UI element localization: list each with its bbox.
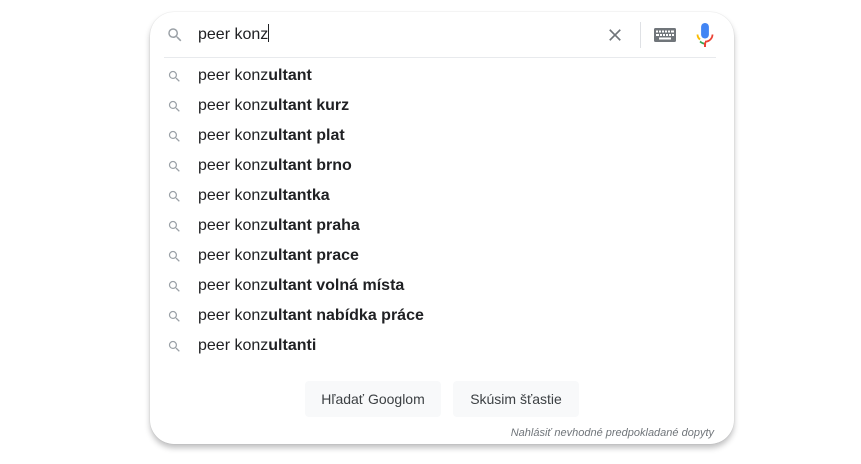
suggestion-text: peer konzultantka bbox=[198, 181, 330, 211]
suggestion-text: peer konzultant volná místa bbox=[198, 271, 404, 301]
suggestion-completion: ultant praha bbox=[268, 217, 360, 234]
suggestion-text: peer konzultanti bbox=[198, 331, 316, 361]
suggestion-completion: ultant kurz bbox=[268, 97, 350, 114]
suggestion-prefix: peer konz bbox=[198, 247, 269, 264]
suggestion-item[interactable]: peer konzultant bbox=[150, 61, 734, 91]
suggestion-completion: ultanti bbox=[268, 337, 317, 354]
search-icon bbox=[168, 310, 180, 322]
suggestion-item[interactable]: peer konzultant kurz bbox=[150, 91, 734, 121]
search-autocomplete-panel: peer konz peer konzultant peer konzultan… bbox=[150, 12, 734, 444]
suggestion-completion: ultant brno bbox=[268, 157, 352, 174]
suggestion-item[interactable]: peer konzultant prace bbox=[150, 241, 734, 271]
search-icon bbox=[168, 100, 180, 112]
suggestion-item[interactable]: peer konzultant plat bbox=[150, 121, 734, 151]
search-icon bbox=[168, 220, 180, 232]
suggestion-text: peer konzultant nabídka práce bbox=[198, 301, 424, 331]
suggestion-completion: ultantka bbox=[268, 187, 330, 204]
toolbar-divider bbox=[640, 22, 641, 48]
suggestion-prefix: peer konz bbox=[198, 337, 269, 354]
search-icon bbox=[168, 160, 180, 172]
report-predictions-link[interactable]: Nahlásiť nevhodné predpokladané dopyty bbox=[511, 427, 714, 439]
search-icon bbox=[168, 190, 180, 202]
suggestion-item[interactable]: peer konzultant praha bbox=[150, 211, 734, 241]
search-icon bbox=[168, 130, 180, 142]
suggestion-item[interactable]: peer konzultant volná místa bbox=[150, 271, 734, 301]
suggestion-prefix: peer konz bbox=[198, 157, 269, 174]
search-input[interactable]: peer konz bbox=[198, 24, 270, 46]
search-icon bbox=[168, 250, 180, 262]
search-query-text: peer konz bbox=[198, 26, 269, 43]
search-icon bbox=[168, 70, 180, 82]
suggestion-item[interactable]: peer konzultantka bbox=[150, 181, 734, 211]
suggestion-text: peer konzultant plat bbox=[198, 121, 345, 151]
suggestion-text: peer konzultant prace bbox=[198, 241, 359, 271]
close-icon[interactable] bbox=[605, 25, 625, 45]
suggestion-completion: ultant nabídka práce bbox=[268, 307, 424, 324]
suggestion-prefix: peer konz bbox=[198, 187, 269, 204]
suggestion-prefix: peer konz bbox=[198, 127, 269, 144]
text-cursor bbox=[268, 24, 270, 42]
keyboard-icon[interactable] bbox=[654, 27, 676, 43]
search-icon bbox=[168, 28, 182, 42]
suggestion-prefix: peer konz bbox=[198, 277, 269, 294]
microphone-icon[interactable] bbox=[695, 23, 715, 47]
suggestion-completion: ultant bbox=[268, 67, 312, 84]
search-bar: peer konz bbox=[150, 12, 734, 58]
google-search-button[interactable]: Hľadať Googlom bbox=[305, 381, 441, 417]
suggestion-item[interactable]: peer konzultant nabídka práce bbox=[150, 301, 734, 331]
suggestion-prefix: peer konz bbox=[198, 67, 269, 84]
search-icon bbox=[168, 280, 180, 292]
suggestion-prefix: peer konz bbox=[198, 307, 269, 324]
suggestion-item[interactable]: peer konzultant brno bbox=[150, 151, 734, 181]
suggestion-text: peer konzultant praha bbox=[198, 211, 360, 241]
suggestion-prefix: peer konz bbox=[198, 97, 269, 114]
suggestion-item[interactable]: peer konzultanti bbox=[150, 331, 734, 361]
suggestion-text: peer konzultant kurz bbox=[198, 91, 349, 121]
feeling-lucky-button[interactable]: Skúsim šťastie bbox=[453, 381, 579, 417]
suggestion-text: peer konzultant brno bbox=[198, 151, 352, 181]
suggestion-list: peer konzultant peer konzultant kurz pee… bbox=[150, 61, 734, 361]
divider bbox=[164, 57, 716, 58]
search-icon bbox=[168, 340, 180, 352]
suggestion-completion: ultant plat bbox=[268, 127, 345, 144]
suggestion-completion: ultant prace bbox=[268, 247, 359, 264]
suggestion-completion: ultant volná místa bbox=[268, 277, 405, 294]
suggestion-text: peer konzultant bbox=[198, 61, 312, 91]
suggestion-prefix: peer konz bbox=[198, 217, 269, 234]
